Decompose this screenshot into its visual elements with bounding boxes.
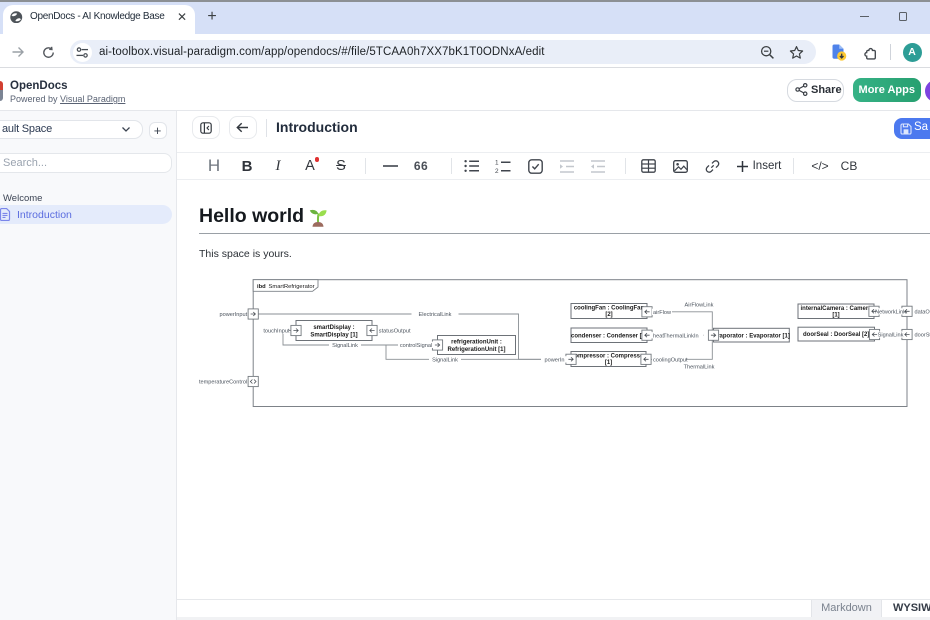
svg-text:condenser : Condenser [1]: condenser : Condenser [1] bbox=[571, 334, 647, 340]
svg-text:airFlow: airFlow bbox=[653, 310, 672, 316]
svg-text:SignalLink: SignalLink bbox=[432, 358, 458, 364]
svg-text:internalCamera : Camera: internalCamera : Camera bbox=[800, 306, 872, 312]
svg-text:SmartRefrigerator: SmartRefrigerator bbox=[269, 284, 315, 290]
svg-text:touchInput: touchInput bbox=[263, 328, 290, 334]
svg-text:[2]: [2] bbox=[605, 312, 612, 318]
svg-text:1: 1 bbox=[495, 159, 499, 166]
svg-text:SignalLink: SignalLink bbox=[332, 343, 358, 349]
svg-text:powerInput: powerInput bbox=[220, 312, 248, 318]
svg-text:controlSignal: controlSignal bbox=[400, 343, 432, 349]
svg-text:powerIn: powerIn bbox=[545, 358, 565, 364]
svg-text:ThermalLink: ThermalLink bbox=[663, 333, 694, 339]
svg-text:[1]: [1] bbox=[832, 313, 839, 319]
svg-text:ThermalLink: ThermalLink bbox=[684, 364, 715, 370]
svg-text:smartDisplay :: smartDisplay : bbox=[313, 325, 354, 331]
svg-text:RefrigerationUnit [1]: RefrigerationUnit [1] bbox=[447, 347, 505, 353]
svg-text:coolingOutput: coolingOutput bbox=[653, 357, 688, 363]
svg-text:[1]: [1] bbox=[605, 360, 612, 366]
svg-text:AirFlowLink: AirFlowLink bbox=[685, 302, 714, 308]
svg-text:evaporator : Evaporator [1]: evaporator : Evaporator [1] bbox=[713, 333, 790, 339]
svg-text:refrigerationUnit :: refrigerationUnit : bbox=[451, 339, 502, 345]
svg-text:compressor : Compressor: compressor : Compressor bbox=[571, 354, 647, 360]
svg-text:NetworkLink: NetworkLink bbox=[875, 309, 906, 315]
svg-text:SignalLink: SignalLink bbox=[878, 333, 904, 339]
svg-text:dataOutput: dataOutput bbox=[915, 309, 930, 315]
svg-text:ElectricalLink: ElectricalLink bbox=[419, 312, 452, 318]
svg-text:coolingFan : CoolingFan: coolingFan : CoolingFan bbox=[574, 306, 645, 312]
svg-text:SmartDisplay [1]: SmartDisplay [1] bbox=[310, 332, 357, 338]
svg-text:doorSeal : DoorSeal [2]: doorSeal : DoorSeal [2] bbox=[803, 332, 869, 338]
svg-text:In: In bbox=[694, 333, 699, 339]
svg-text:2: 2 bbox=[495, 168, 499, 174]
svg-text:ibd: ibd bbox=[257, 284, 266, 290]
svg-text:statusOutput: statusOutput bbox=[379, 328, 411, 334]
svg-text:doorStatus: doorStatus bbox=[915, 333, 930, 339]
svg-text:temperatureControl: temperatureControl bbox=[199, 379, 247, 385]
